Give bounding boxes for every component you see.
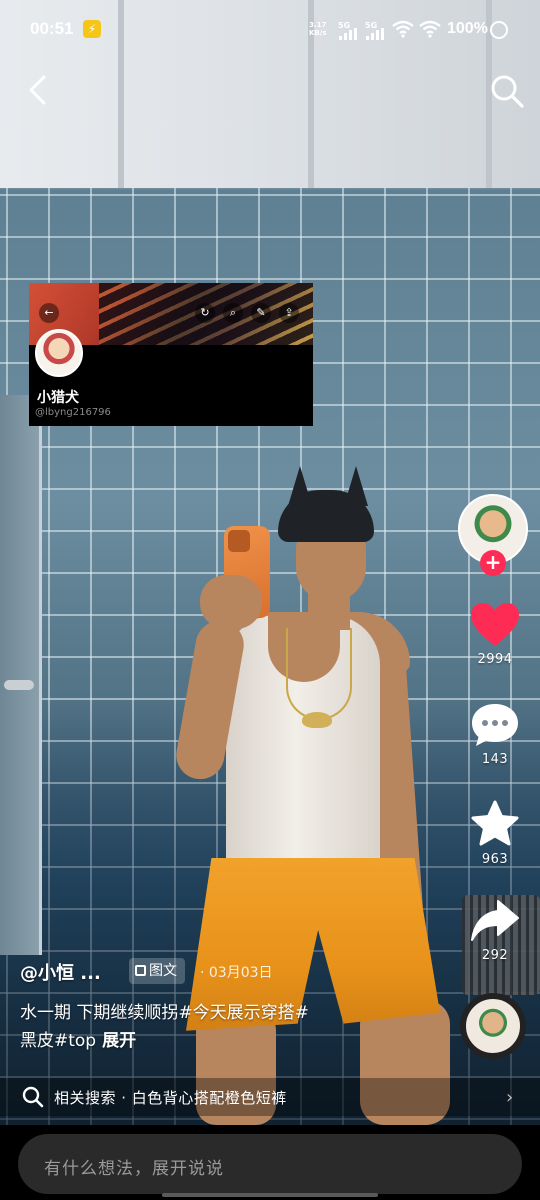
comment-icon (472, 704, 518, 746)
card-search-icon: ⌕ (223, 303, 243, 323)
wifi-icon (419, 20, 441, 38)
image-post-icon (135, 965, 146, 976)
post-type-badge: 图文 (129, 958, 185, 984)
favorite-button[interactable]: 963 (466, 800, 524, 867)
post-type-label: 图文 (149, 963, 177, 979)
heart-icon (471, 603, 519, 646)
signal-bars-icon (366, 28, 386, 40)
comment-button[interactable]: 143 (466, 702, 524, 767)
post-photo[interactable] (0, 0, 540, 1125)
star-icon (471, 800, 519, 846)
like-count: 2994 (477, 652, 513, 667)
search-icon[interactable] (488, 72, 526, 110)
phone-camera (228, 530, 250, 552)
hand (200, 575, 262, 629)
gold-chain (286, 628, 352, 720)
card-back-icon: ← (39, 303, 59, 323)
clock: 00:51 (30, 19, 74, 38)
comment-placeholder[interactable]: 有什么想法，展开说说 (44, 1154, 224, 1179)
back-icon[interactable] (20, 72, 56, 108)
network-speed: 3.17 KB/s (309, 21, 326, 37)
network-speed-unit: KB/s (309, 29, 327, 37)
caption-line-2-text: 黑皮#top (20, 1031, 97, 1051)
status-bar: 00:51 ⚡ 3.17 KB/s 5G 5G 100% (0, 0, 540, 60)
like-button[interactable]: 2994 (466, 602, 524, 667)
share-button[interactable]: 292 (466, 898, 524, 963)
post-date: · 03月03日 (200, 965, 273, 981)
network-speed-value: 3.17 (309, 21, 327, 29)
card-edit-icon: ✎ (251, 303, 271, 323)
caption-line-1: 水一期 下期继续顺拐#今天展示穿搭# (20, 1003, 309, 1023)
author-name[interactable]: @小恒 ... (20, 959, 101, 985)
battery-icon (490, 21, 508, 39)
share-icon (471, 900, 519, 941)
signal-bars-icon (339, 28, 359, 40)
wifi-icon (392, 20, 414, 38)
post-caption[interactable]: 水一期 下期继续顺拐#今天展示穿搭# 黑皮#top 展开 (20, 999, 440, 1055)
card-share-icon: ⇪ (279, 303, 299, 323)
chevron-right-icon[interactable]: › (506, 1087, 513, 1108)
expand-button[interactable]: 展开 (102, 1031, 136, 1051)
music-disc[interactable] (460, 993, 526, 1059)
caption-line-2: 黑皮#top 展开 (20, 1027, 440, 1055)
follow-button[interactable]: + (480, 550, 506, 576)
card-avatar (35, 329, 83, 377)
profile-card-image: ← ↻ ⌕ ✎ ⇪ 小猎犬 @lbyng216796 (29, 283, 313, 426)
favorite-count: 963 (481, 852, 509, 867)
share-count: 292 (481, 948, 509, 963)
card-handle: @lbyng216796 (35, 407, 111, 418)
pendant (302, 712, 332, 728)
battery-level: 100% (447, 20, 488, 37)
card-refresh-icon: ↻ (195, 303, 215, 323)
person (0, 0, 540, 1125)
lightning-icon: ⚡ (83, 20, 101, 38)
comment-count: 143 (481, 752, 509, 767)
home-indicator[interactable] (162, 1193, 378, 1197)
related-search-text[interactable]: 相关搜索 · 白色背心搭配橙色短裤 (54, 1087, 287, 1108)
card-username: 小猎犬 (37, 390, 79, 406)
search-icon (22, 1086, 44, 1108)
